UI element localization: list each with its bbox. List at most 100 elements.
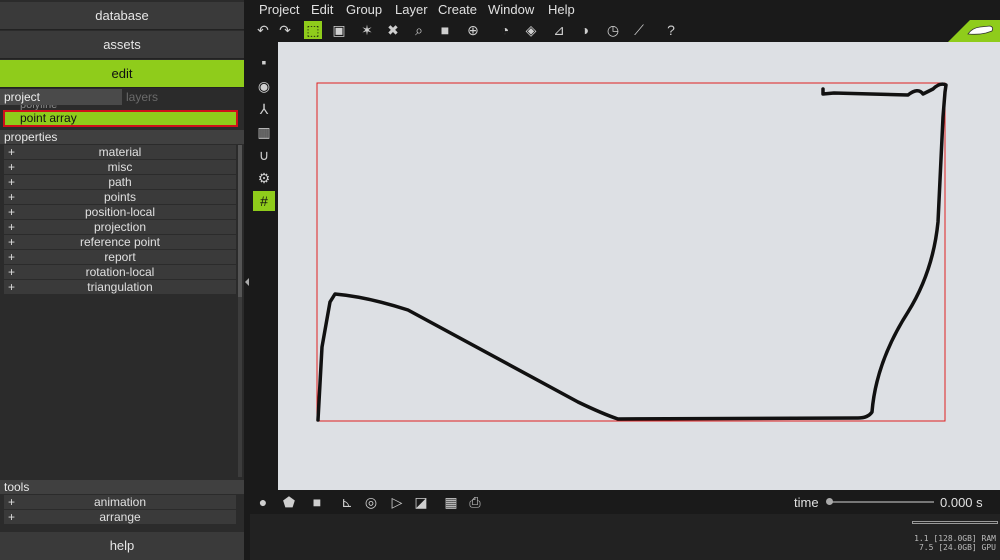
expand-plus-icon[interactable]: +	[8, 205, 15, 219]
step-icon[interactable]: ◪	[412, 493, 430, 511]
calculator-icon[interactable]: ▦	[442, 493, 460, 511]
record-icon[interactable]: ◎	[362, 493, 380, 511]
axes-icon[interactable]: ⅄	[253, 99, 275, 119]
help-button[interactable]: help	[0, 532, 244, 560]
property-label: path	[108, 175, 132, 189]
measure-icon[interactable]: ⊿	[550, 21, 568, 39]
printer-icon[interactable]: ⎙	[466, 493, 484, 511]
properties-scrollbar[interactable]	[238, 145, 242, 297]
columns-icon[interactable]: ▥	[253, 122, 275, 142]
menu-window[interactable]: Window	[488, 2, 534, 17]
tool-row[interactable]: + arrange	[4, 510, 236, 524]
menu-group[interactable]: Group	[346, 2, 382, 17]
property-row[interactable]: + misc	[4, 160, 236, 174]
3d-viewport[interactable]	[278, 42, 1000, 490]
property-label: position-local	[84, 205, 156, 219]
tool-row[interactable]: + animation	[4, 495, 236, 509]
property-row[interactable]: + rotation-local	[4, 265, 236, 279]
property-row[interactable]: + report	[4, 250, 236, 264]
select-cursor-icon[interactable]: ⬚	[304, 21, 322, 39]
menu-project[interactable]: Project	[259, 2, 299, 17]
expand-plus-icon[interactable]: +	[8, 235, 15, 249]
expand-plus-icon[interactable]: +	[8, 220, 15, 234]
help-circle-icon[interactable]: ?	[662, 21, 680, 39]
shield-icon[interactable]: ⬟	[280, 493, 298, 511]
properties-header[interactable]: properties	[0, 130, 244, 144]
cube-icon[interactable]: ■	[436, 21, 454, 39]
property-row[interactable]: + position-local	[4, 205, 236, 219]
property-label: report	[104, 250, 136, 264]
redo-icon[interactable]: ↷	[276, 21, 294, 39]
undo-icon[interactable]: ↶	[254, 21, 272, 39]
expand-plus-icon[interactable]: +	[8, 190, 15, 204]
property-label: material	[98, 145, 142, 159]
square-icon[interactable]: ■	[308, 493, 326, 511]
property-row[interactable]: + reference point	[4, 235, 236, 249]
property-row[interactable]: + triangulation	[4, 280, 236, 294]
tab-layers[interactable]: layers	[122, 89, 244, 105]
edit-button[interactable]: edit	[0, 60, 244, 88]
dial-icon[interactable]: ◷	[604, 21, 622, 39]
property-label: points	[103, 190, 137, 204]
grid-icon[interactable]: #	[253, 191, 275, 211]
property-row[interactable]: + material	[4, 145, 236, 159]
graph-icon[interactable]: ⊾	[338, 493, 356, 511]
gauge-icon[interactable]: ◔	[496, 21, 514, 39]
expand-plus-icon[interactable]: +	[8, 510, 15, 524]
delete-icon[interactable]: ✖	[384, 21, 402, 39]
main-toolbar: ↶ ↷ ⬚ ▣ ✶ ✖ ⌕ ■ ⊕ ◔ ◈ ⊿ ◑ ◷ ⟋ ?	[250, 20, 1000, 42]
transform-icon[interactable]: ✶	[358, 21, 376, 39]
expand-plus-icon[interactable]: +	[8, 250, 15, 264]
gears-icon[interactable]: ⚙	[253, 168, 275, 188]
camera-icon[interactable]: ▪	[253, 52, 275, 72]
magnet-icon[interactable]: ∪	[253, 145, 275, 165]
menu-help[interactable]: Help	[548, 2, 575, 17]
property-label: reference point	[79, 235, 161, 249]
play-icon[interactable]: ▷	[388, 493, 406, 511]
viewport-canvas	[316, 82, 948, 422]
database-button[interactable]: database	[0, 2, 244, 30]
property-row[interactable]: + projection	[4, 220, 236, 234]
tab-project[interactable]: project	[0, 89, 122, 105]
menu-layer[interactable]: Layer	[395, 2, 428, 17]
compass-icon[interactable]: ◑	[576, 21, 594, 39]
app-window: database assets edit project layers poly…	[0, 0, 1000, 560]
menu-create[interactable]: Create	[438, 2, 477, 17]
left-panel: database assets edit project layers poly…	[0, 0, 244, 560]
time-slider-handle[interactable]	[826, 498, 833, 505]
ram-usage: 1.1 [128.0GB] RAM	[914, 534, 996, 543]
property-row[interactable]: + points	[4, 190, 236, 204]
move-icon[interactable]: ⊕	[464, 21, 482, 39]
zoom-icon[interactable]: ⌕	[410, 21, 428, 39]
collapse-arrow-icon[interactable]	[245, 278, 249, 286]
property-row[interactable]: + path	[4, 175, 236, 189]
time-slider[interactable]	[828, 501, 934, 503]
expand-plus-icon[interactable]: +	[8, 265, 15, 279]
sphere-icon[interactable]: ●	[254, 493, 272, 511]
ruler-icon[interactable]: ⟋	[630, 21, 648, 39]
tag-icon[interactable]: ◈	[522, 21, 540, 39]
expand-plus-icon[interactable]: +	[8, 145, 15, 159]
panel-scroll-track[interactable]	[238, 297, 242, 477]
object-item-point-array[interactable]: point array	[3, 110, 238, 127]
object-list: polyline point array	[0, 105, 244, 129]
tool-label: arrange	[99, 510, 141, 524]
target-icon[interactable]: ◉	[253, 76, 275, 96]
menu-edit[interactable]: Edit	[311, 2, 333, 17]
brand-logo	[948, 20, 1000, 42]
point-array-path[interactable]	[316, 82, 948, 422]
status-bar	[250, 514, 1000, 560]
expand-plus-icon[interactable]: +	[8, 175, 15, 189]
memory-meter	[912, 521, 998, 524]
tool-label: animation	[93, 495, 147, 509]
property-label: misc	[107, 160, 133, 174]
expand-plus-icon[interactable]: +	[8, 495, 15, 509]
expand-plus-icon[interactable]: +	[8, 160, 15, 174]
property-label: projection	[93, 220, 147, 234]
expand-plus-icon[interactable]: +	[8, 280, 15, 294]
time-label: time	[794, 495, 819, 510]
select-rectangle-icon[interactable]: ▣	[330, 21, 348, 39]
assets-button[interactable]: assets	[0, 31, 244, 59]
tools-header[interactable]: tools	[0, 480, 244, 494]
menu-bar: Project Edit Group Layer Create Window H…	[250, 0, 1000, 20]
